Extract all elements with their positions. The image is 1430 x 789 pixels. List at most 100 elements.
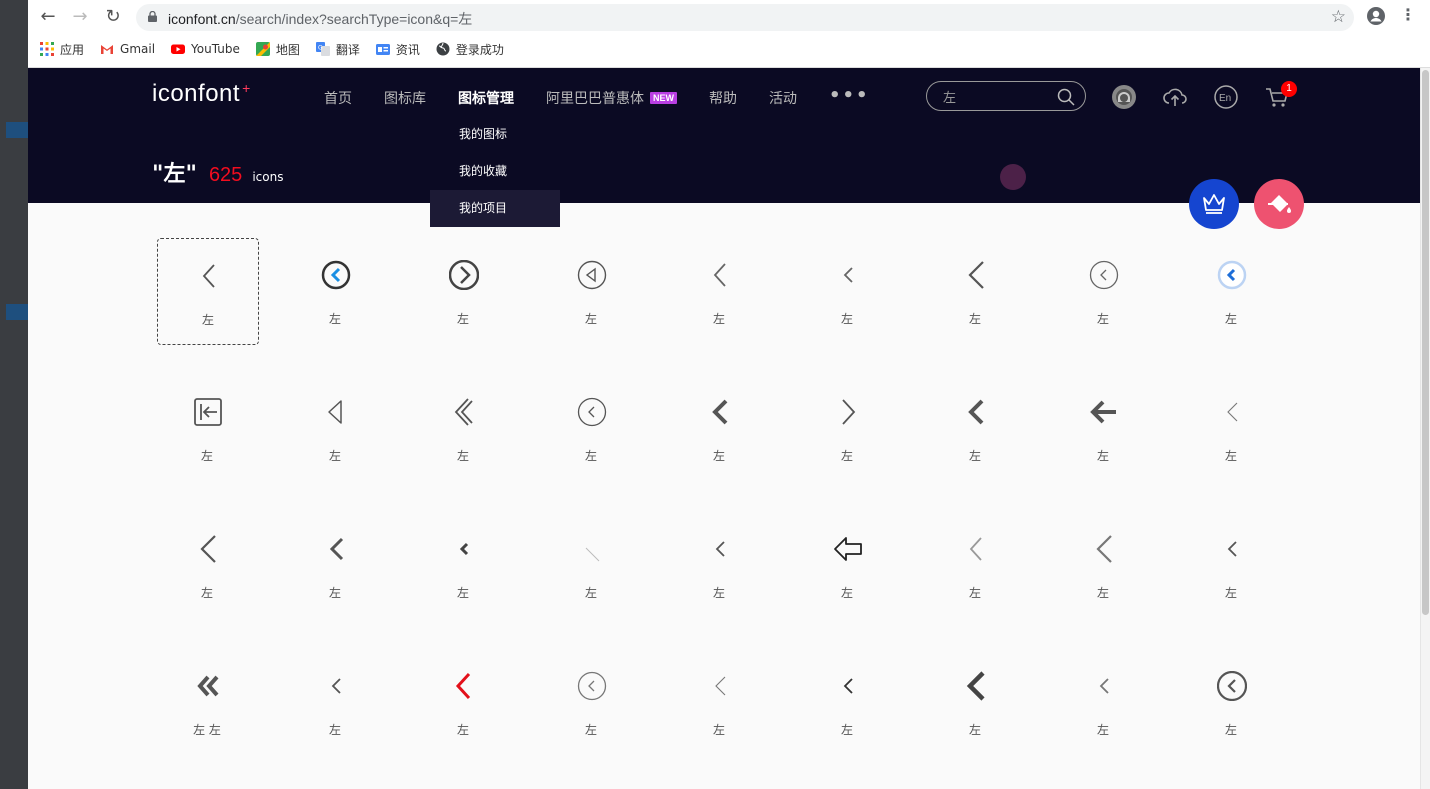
address-bar[interactable]: iconfont.cn/search/index?searchType=icon…	[136, 4, 1354, 31]
chevron-left-icon	[1227, 402, 1238, 422]
search-icon[interactable]	[1057, 88, 1075, 106]
icon-card[interactable]: 左	[1181, 649, 1283, 756]
menu-icon-library[interactable]: 图标库	[384, 88, 426, 108]
dropdown-my-favorites[interactable]: 我的收藏	[430, 153, 560, 190]
icon-card[interactable]: 左	[925, 238, 1027, 345]
icon-card[interactable]: 左	[797, 375, 899, 482]
apps-grid-icon	[40, 42, 54, 56]
icon-card[interactable]: 左	[925, 375, 1027, 482]
icon-label: 左	[201, 313, 214, 327]
icon-label: 左	[1096, 586, 1109, 600]
chevron-left-icon	[834, 537, 862, 561]
icon-label: 左	[712, 723, 725, 737]
icon-label: 左	[968, 312, 981, 326]
profile-icon[interactable]	[1366, 6, 1386, 26]
menu-help[interactable]: 帮助	[709, 88, 737, 108]
chevron-left-icon	[1227, 541, 1237, 557]
upload-cloud-icon[interactable]	[1162, 84, 1188, 110]
menu-home[interactable]: 首页	[324, 88, 352, 108]
language-icon[interactable]: En	[1213, 84, 1239, 110]
icon-card[interactable]: 左	[1053, 238, 1155, 345]
icon-card[interactable]: 左	[413, 375, 515, 482]
menu-alibaba-font[interactable]: 阿里巴巴普惠体 NEW	[546, 88, 677, 108]
icon-label: 左	[840, 449, 853, 463]
icon-card[interactable]: 左	[1053, 649, 1155, 756]
theme-paint-button[interactable]	[1254, 179, 1304, 229]
dropdown-my-projects[interactable]: 我的项目	[430, 190, 560, 227]
icon-card[interactable]: 左	[285, 238, 387, 345]
browser-menu-icon[interactable]: ⋮	[1400, 5, 1416, 24]
icon-card[interactable]: 左	[1053, 375, 1155, 482]
dropdown-my-icons[interactable]: 我的图标	[430, 116, 560, 153]
icon-card[interactable]: 左	[413, 238, 515, 345]
icon-card[interactable]: 左	[413, 649, 515, 756]
chevron-left-icon	[968, 261, 984, 289]
gmail-icon	[101, 45, 114, 54]
icon-label: 左	[968, 449, 981, 463]
icon-card[interactable]: 左	[797, 649, 899, 756]
icon-label: 左	[584, 586, 597, 600]
bookmark-maps[interactable]: 地图	[255, 41, 300, 58]
chevron-left-icon	[449, 260, 479, 290]
icon-card[interactable]: 左	[925, 649, 1027, 756]
icon-card[interactable]: 左	[669, 512, 771, 619]
menu-icon-management[interactable]: 图标管理	[458, 88, 514, 108]
page-scrollbar[interactable]	[1420, 68, 1430, 789]
icon-card[interactable]: 左	[669, 375, 771, 482]
icon-card[interactable]: 左	[925, 512, 1027, 619]
icon-card[interactable]: 左	[285, 375, 387, 482]
icon-card[interactable]: 左	[1053, 512, 1155, 619]
icon-card[interactable]: 左	[157, 512, 259, 619]
icon-card[interactable]: 左	[797, 238, 899, 345]
icon-card[interactable]: 左	[1181, 512, 1283, 619]
icon-card[interactable]: 左	[797, 512, 899, 619]
chevron-left-icon	[585, 547, 600, 562]
user-avatar-icon[interactable]	[1111, 84, 1137, 110]
icon-card[interactable]: 左	[541, 238, 643, 345]
news-icon	[375, 44, 390, 55]
chevron-left-icon	[454, 398, 473, 426]
bookmark-apps[interactable]: 应用	[40, 41, 84, 58]
icon-card[interactable]: 左 左	[157, 649, 259, 756]
icon-card[interactable]: 左	[669, 238, 771, 345]
icon-card[interactable]: 左	[541, 649, 643, 756]
icon-card[interactable]: 左	[285, 512, 387, 619]
bookmark-gmail[interactable]: Gmail	[100, 42, 155, 56]
bookmark-star-icon[interactable]: ☆	[1331, 7, 1346, 27]
icon-label: 左	[712, 312, 725, 326]
icon-label: 左 左	[193, 723, 221, 737]
icon-label: 左	[200, 586, 213, 600]
icon-card[interactable]: 左	[669, 649, 771, 756]
menu-activity[interactable]: 活动	[769, 88, 797, 108]
chevron-left-icon	[197, 675, 219, 697]
icon-card[interactable]: 左	[541, 375, 643, 482]
icon-card[interactable]: 左	[157, 375, 259, 482]
more-menu-icon[interactable]: •••	[829, 82, 870, 108]
icon-card[interactable]: 左	[285, 649, 387, 756]
url-text: iconfont.cn/search/index?searchType=icon…	[168, 11, 473, 27]
chevron-left-icon	[968, 399, 984, 425]
bookmark-login-success[interactable]: 登录成功	[436, 41, 504, 58]
icon-card[interactable]: 左	[1181, 238, 1283, 345]
bookmark-youtube[interactable]: YouTube	[171, 42, 240, 56]
site-logo[interactable]: iconfont +	[152, 80, 251, 108]
icon-label: 左	[456, 723, 469, 737]
back-icon[interactable]: ←	[37, 6, 59, 28]
reload-icon[interactable]: ↻	[102, 6, 124, 28]
icon-card[interactable]: 左	[541, 512, 643, 619]
bookmark-news[interactable]: 资讯	[375, 41, 420, 58]
icon-label: 左	[1096, 312, 1109, 326]
chevron-left-icon	[842, 399, 856, 425]
globe-icon	[436, 42, 450, 56]
chevron-left-icon	[455, 672, 471, 700]
icon-card[interactable]: 左	[413, 512, 515, 619]
icon-card[interactable]: 左	[1181, 375, 1283, 482]
scrollbar-thumb[interactable]	[1422, 70, 1429, 615]
bookmark-translate[interactable]: G 翻译	[315, 41, 360, 58]
background-window-strip	[0, 0, 28, 789]
chevron-left-icon	[712, 399, 728, 425]
icon-card[interactable]: 左	[157, 238, 259, 345]
search-input[interactable]	[927, 82, 1055, 110]
vip-crown-button[interactable]	[1189, 179, 1239, 229]
forward-icon[interactable]: →	[69, 6, 91, 28]
